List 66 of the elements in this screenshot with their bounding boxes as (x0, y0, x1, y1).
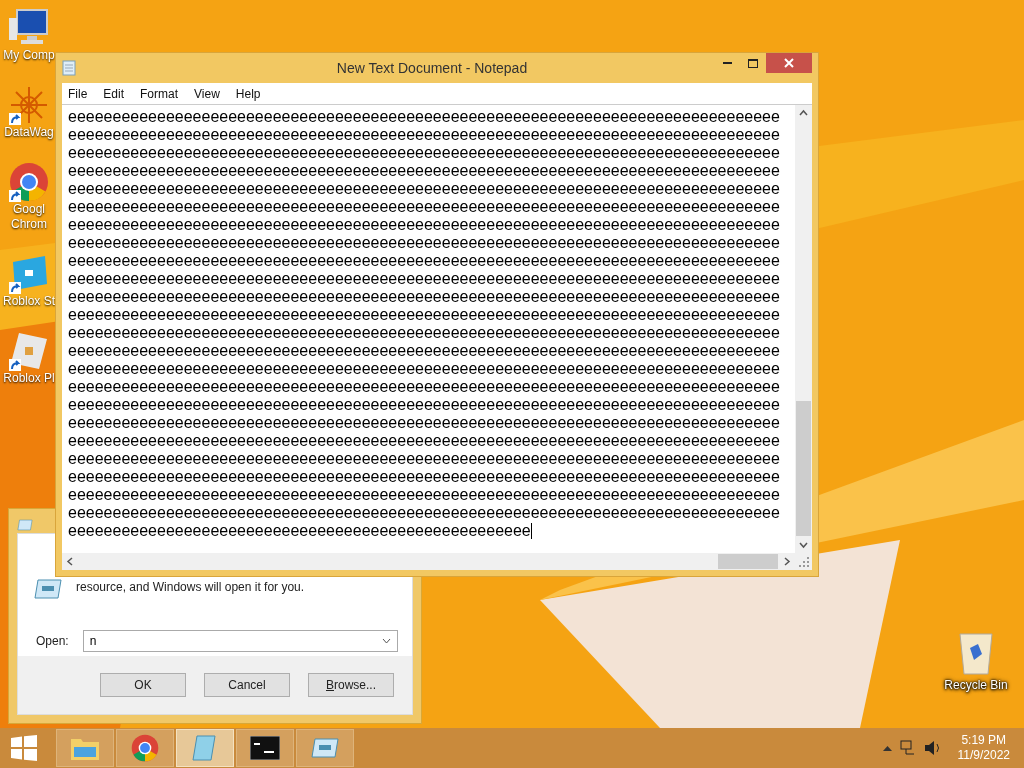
shortcut-arrow-icon (9, 113, 21, 125)
text-line: eeeeeeeeeeeeeeeeeeeeeeeeeeeeeeeeeeeeeeeeeeeeeeeeeeeeeeeeeeeeeeeeeeeeeeeeeeeeeeee (68, 108, 780, 126)
text-line: eeeeeeeeeeeeeeeeeeeeeeeeeeeeeeeeeeeeeeeeeeeeeeeeeeeeeeeeeeeeeeeeeeeeeeeeeeeeeeee (68, 396, 780, 414)
notepad-icon (62, 60, 76, 76)
text-line: eeeeeeeeeeeeeeeeeeeeeeeeeeeeeeeeeeeeeeeeeeeeeeeeeeeeeeeeeeeeeeeeeeeeeeeeeeeeeeee (68, 288, 780, 306)
run-icon (17, 519, 33, 531)
vertical-scrollbar[interactable] (795, 105, 812, 553)
chrome-icon (9, 162, 49, 202)
open-combobox[interactable]: n (82, 630, 398, 652)
text-line: eeeeeeeeeeeeeeeeeeeeeeeeeeeeeeeeeeeeeeeeeeeeeeeeeeeeeeeeeeeeeeeeeeeeeeeeeeeeeeee (68, 270, 780, 288)
window-title: New Text Document - Notepad (335, 58, 529, 78)
text-line: eeeeeeeeeeeeeeeeeeeeeeeeeeeeeeeeeeeeeeeeeeeeeeeeeeeeeeeeeeeeeeeeeeeeeeeeeeeeeeee (68, 414, 780, 432)
text-line: eeeeeeeeeeeeeeeeeeeeeeeeeeeeeeeeeeeeeeeeeeeeeeeeeeee (68, 522, 531, 540)
menu-item[interactable]: File (68, 84, 88, 103)
text-cursor (530, 523, 532, 539)
speaker-icon (923, 740, 942, 756)
shortcut-arrow-icon (9, 190, 21, 202)
horizontal-scrollbar[interactable] (62, 553, 795, 570)
text-line: eeeeeeeeeeeeeeeeeeeeeeeeeeeeeeeeeeeeeeeeeeeeeeeeeeeeeeeeeeeeeeeeeeeeeeeeeeeeeeee (68, 198, 780, 216)
player-icon (9, 331, 49, 371)
text-line: eeeeeeeeeeeeeeeeeeeeeeeeeeeeeeeeeeeeeeeeeeeeeeeeeeeeeeeeeeeeeeeeeeeeeeeeeeeeeeee (68, 252, 780, 270)
star-burst-icon (9, 85, 49, 125)
menu-item[interactable]: View (194, 84, 220, 103)
menu-item[interactable]: Edit (103, 84, 125, 103)
text-line: eeeeeeeeeeeeeeeeeeeeeeeeeeeeeeeeeeeeeeeeeeeeeeeeeeeeeeeeeeeeeeeeeeeeeeeeeeeeeeee (68, 468, 780, 486)
run-icon (311, 737, 339, 759)
run-icon (34, 578, 62, 600)
terminal-icon (250, 736, 280, 760)
menu-item[interactable]: Help (235, 84, 261, 103)
text-line: eeeeeeeeeeeeeeeeeeeeeeeeeeeeeeeeeeeeeeeeeeeeeeeeeeeeeeeeeeeeeeeeeeeeeeeeeeeeeeee (68, 360, 780, 378)
menu-item[interactable]: Format (140, 84, 179, 103)
open-label: Open: (36, 633, 69, 650)
taskbar-button[interactable] (236, 729, 294, 767)
text-line: eeeeeeeeeeeeeeeeeeeeeeeeeeeeeeeeeeeeeeeeeeeeeeeeeeeeeeeeeeeeeeeeeeeeeeeeeeeeeeee (68, 342, 780, 360)
notepad-icon (191, 734, 219, 762)
text-line: eeeeeeeeeeeeeeeeeeeeeeeeeeeeeeeeeeeeeeeeeeeeeeeeeeeeeeeeeeeeeeeeeeeeeeeeeeeeeeee (68, 180, 780, 198)
text-line: eeeeeeeeeeeeeeeeeeeeeeeeeeeeeeeeeeeeeeeeeeeeeeeeeeeeeeeeeeeeeeeeeeeeeeeeeeeeeeee (68, 144, 780, 162)
trash-bin-icon (958, 630, 994, 676)
text-line: eeeeeeeeeeeeeeeeeeeeeeeeeeeeeeeeeeeeeeeeeeeeeeeeeeeeeeeeeeeeeeeeeeeeeeeeeeeeeeee (68, 234, 780, 252)
text-line: eeeeeeeeeeeeeeeeeeeeeeeeeeeeeeeeeeeeeeeeeeeeeeeeeeeeeeeeeeeeeeeeeeeeeeeeeeeeeeee (68, 162, 780, 180)
description-text: resource, and Windows will open it for you. (76, 579, 305, 596)
text-line: eeeeeeeeeeeeeeeeeeeeeeeeeeeeeeeeeeeeeeeeeeeeeeeeeeeeeeeeeeeeeeeeeeeeeeeeeeeeeeee (68, 432, 780, 450)
caret-icon (382, 638, 391, 644)
dialog-button[interactable]: Browse... (308, 673, 394, 697)
minimize-icon (722, 61, 732, 65)
windows-logo-icon (11, 735, 37, 761)
shortcut-arrow-icon (9, 359, 21, 371)
scrollbar-thumb[interactable] (796, 401, 811, 536)
dialog-button[interactable]: Cancel (204, 673, 290, 697)
shortcut-arrow-icon (9, 282, 21, 294)
network-icon (899, 740, 916, 756)
close-icon (784, 58, 794, 68)
caret-up-icon (882, 745, 892, 751)
text-line: eeeeeeeeeeeeeeeeeeeeeeeeeeeeeeeeeeeeeeeeeeeeeeeeeeeeeeeeeeeeeeeeeeeeeeeeeeeeeeee (68, 306, 780, 324)
text-line: eeeeeeeeeeeeeeeeeeeeeeeeeeeeeeeeeeeeeeeeeeeeeeeeeeeeeeeeeeeeeeeeeeeeeeeeeeeeeeee (68, 378, 780, 396)
close-button[interactable] (766, 53, 812, 73)
text-line: eeeeeeeeeeeeeeeeeeeeeeeeeeeeeeeeeeeeeeeeeeeeeeeeeeeeeeeeeeeeeeeeeeeeeeeeeeeeeeee (68, 324, 780, 342)
text-line: eeeeeeeeeeeeeeeeeeeeeeeeeeeeeeeeeeeeeeeeeeeeeeeeeeeeeeeeeeeeeeeeeeeeeeeeeeeeeeee (68, 126, 780, 144)
text-line: eeeeeeeeeeeeeeeeeeeeeeeeeeeeeeeeeeeeeeeeeeeeeeeeeeeeeeeeeeeeeeeeeeeeeeeeeeeeeeee (68, 486, 780, 504)
text-line: eeeeeeeeeeeeeeeeeeeeeeeeeeeeeeeeeeeeeeeeeeeeeeeeeeeeeeeeeeeeeeeeeeeeeeeeeeeeeeee (68, 450, 780, 468)
dialog-button[interactable]: OK (100, 673, 186, 697)
maximize-icon (748, 58, 758, 68)
text-line: eeeeeeeeeeeeeeeeeeeeeeeeeeeeeeeeeeeeeeeeeeeeeeeeeeeeeeeeeeeeeeeeeeeeeeeeeeeeeeee (68, 216, 780, 234)
chrome-icon (131, 734, 159, 762)
text-line: eeeeeeeeeeeeeeeeeeeeeeeeeeeeeeeeeeeeeeeeeeeeeeeeeeeeeeeeeeeeeeeeeeeeeeeeeeeeeeee (68, 504, 780, 522)
scrollbar-thumb[interactable] (718, 554, 778, 569)
